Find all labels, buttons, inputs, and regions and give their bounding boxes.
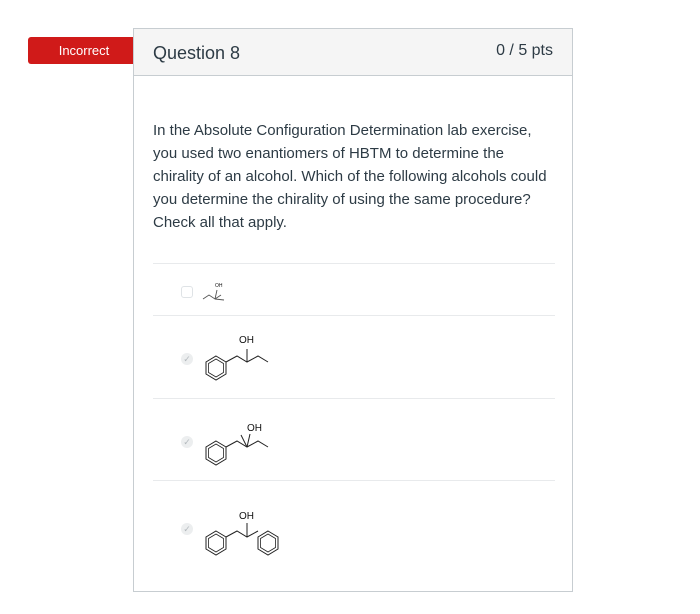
answer-checkbox[interactable] (181, 286, 193, 298)
checkmark-icon: ✓ (181, 436, 193, 448)
question-title: Question 8 (153, 43, 241, 63)
hydroxyl-label: OH (215, 283, 223, 289)
molecule-2-butanol-image: OH (202, 283, 225, 301)
answer-option[interactable]: ✓ OH (153, 398, 555, 480)
molecule-1-2-diphenylethanol-image: OH (205, 511, 279, 556)
flag-label: Incorrect (58, 43, 110, 58)
checkmark-icon: ✓ (181, 523, 193, 535)
checkmark-icon: ✓ (181, 353, 193, 365)
molecule-2-methyl-1-phenyl-2-butanol-image: OH (205, 423, 269, 466)
molecule-1-phenyl-2-butanol-image: OH (205, 335, 269, 381)
answer-option[interactable]: OH (153, 263, 555, 315)
question-header: Question 8 0 / 5 pts (134, 29, 572, 76)
hydroxyl-label: OH (247, 423, 262, 434)
answer-option[interactable]: ✓ OH (153, 315, 555, 398)
incorrect-flag: Incorrect (28, 37, 150, 64)
question-text: In the Absolute Configuration Determinat… (153, 122, 547, 231)
answer-list: OH ✓ OH ✓ OH ✓ OH (153, 263, 555, 590)
question-points: 0 / 5 pts (496, 42, 553, 59)
hydroxyl-label: OH (239, 335, 254, 346)
answer-option[interactable]: ✓ OH (153, 480, 555, 590)
hydroxyl-label: OH (239, 511, 254, 522)
question-card: Question 8 0 / 5 pts In the Absolute Con… (133, 28, 573, 592)
